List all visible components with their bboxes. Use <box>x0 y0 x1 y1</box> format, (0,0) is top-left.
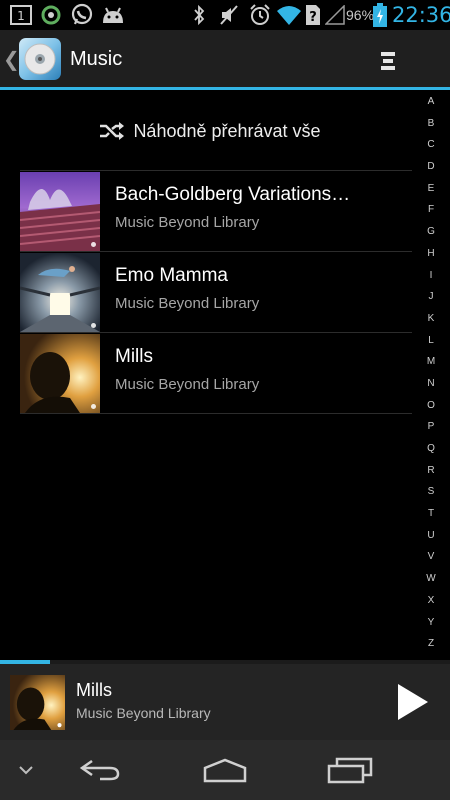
song-artist: Music Beyond Library <box>115 214 260 231</box>
song-row-bach[interactable]: Bach-Goldberg Variations… Music Beyond L… <box>20 170 412 251</box>
alphabet-letter[interactable]: K <box>420 308 442 330</box>
now-playing-title: Mills <box>76 680 112 700</box>
back-icon[interactable] <box>70 740 130 800</box>
mute-icon <box>218 4 240 26</box>
song-list: Bach-Goldberg Variations… Music Beyond L… <box>20 170 412 414</box>
no-sim-icon: ? <box>305 4 321 26</box>
alphabet-letter[interactable]: Q <box>420 438 442 460</box>
recents-icon[interactable] <box>320 740 380 800</box>
notification-count: 1 <box>17 9 25 23</box>
alphabet-letter[interactable]: M <box>420 351 442 373</box>
hide-keyboard-icon[interactable] <box>10 740 42 800</box>
alphabet-letter[interactable]: U <box>420 525 442 547</box>
android-icon <box>100 4 126 26</box>
app-title: Music <box>70 48 123 70</box>
alphabet-letter[interactable]: I <box>420 265 442 287</box>
song-artist: Music Beyond Library <box>115 376 260 393</box>
alphabet-letter[interactable]: N <box>420 373 442 395</box>
navigation-bar <box>0 740 450 800</box>
notification-count-icon: 1 <box>10 4 32 26</box>
action-bar-divider <box>0 87 450 90</box>
alphabet-letter[interactable]: P <box>420 416 442 438</box>
now-playing-bar[interactable]: Mills Music Beyond Library <box>0 664 450 740</box>
shuffle-label: Náhodně přehrávat vše <box>133 120 321 141</box>
alphabet-letter[interactable]: Y <box>420 612 442 634</box>
shuffle-icon <box>100 122 125 140</box>
svg-text:?: ? <box>309 10 317 25</box>
alphabet-letter[interactable]: D <box>420 156 442 178</box>
sync-icon <box>40 4 62 26</box>
alphabet-letter[interactable]: O <box>420 395 442 417</box>
alphabet-letter[interactable]: C <box>420 134 442 156</box>
now-playing-artist: Music Beyond Library <box>76 705 211 721</box>
alphabet-letter[interactable]: B <box>420 113 442 135</box>
alphabet-letter[interactable]: Z <box>420 633 442 655</box>
now-playing-album-art <box>10 675 65 730</box>
shuffle-all-button[interactable]: Náhodně přehrávat vše <box>0 112 420 150</box>
alphabet-letter[interactable]: E <box>420 178 442 200</box>
alphabet-letter[interactable]: A <box>420 91 442 113</box>
album-art-bach <box>20 172 100 251</box>
song-row-mills[interactable]: Mills Music Beyond Library <box>20 332 412 414</box>
alarm-icon <box>248 4 272 26</box>
music-cd-icon[interactable] <box>18 37 62 81</box>
signal-icon <box>325 4 345 26</box>
alphabet-letter[interactable]: F <box>420 199 442 221</box>
alphabet-letter[interactable]: V <box>420 546 442 568</box>
battery-icon <box>373 3 387 27</box>
song-title: Emo Mamma <box>115 265 228 286</box>
alphabet-letter[interactable]: S <box>420 481 442 503</box>
song-row-emo-mamma[interactable]: Emo Mamma Music Beyond Library <box>20 251 412 332</box>
whatsapp-icon <box>70 3 94 26</box>
song-title: Bach-Goldberg Variations… <box>115 184 351 205</box>
alphabet-letter[interactable]: G <box>420 221 442 243</box>
song-artist: Music Beyond Library <box>115 295 260 312</box>
bluetooth-icon <box>192 4 206 26</box>
overflow-menu-icon[interactable] <box>380 50 396 72</box>
alphabet-letter[interactable]: L <box>420 330 442 352</box>
wifi-icon <box>276 4 302 26</box>
album-art-emo-mamma <box>20 253 100 332</box>
status-bar: 1 ? 96% 22:36 <box>0 0 450 30</box>
alphabet-index[interactable]: ABCDEFGHIJKLMNOPQRSTUVWXYZ <box>420 91 442 655</box>
alphabet-letter[interactable]: R <box>420 460 442 482</box>
song-title: Mills <box>115 346 153 367</box>
battery-percent: 96% <box>346 7 375 23</box>
album-art-mills <box>20 334 100 413</box>
alphabet-letter[interactable]: H <box>420 243 442 265</box>
clock: 22:36 <box>392 3 450 27</box>
play-icon[interactable] <box>392 682 432 722</box>
alphabet-letter[interactable]: X <box>420 590 442 612</box>
action-bar: ❮ Music <box>0 30 450 88</box>
alphabet-letter[interactable]: W <box>420 568 442 590</box>
alphabet-letter[interactable]: J <box>420 286 442 308</box>
home-icon[interactable] <box>195 740 255 800</box>
alphabet-letter[interactable]: T <box>420 503 442 525</box>
